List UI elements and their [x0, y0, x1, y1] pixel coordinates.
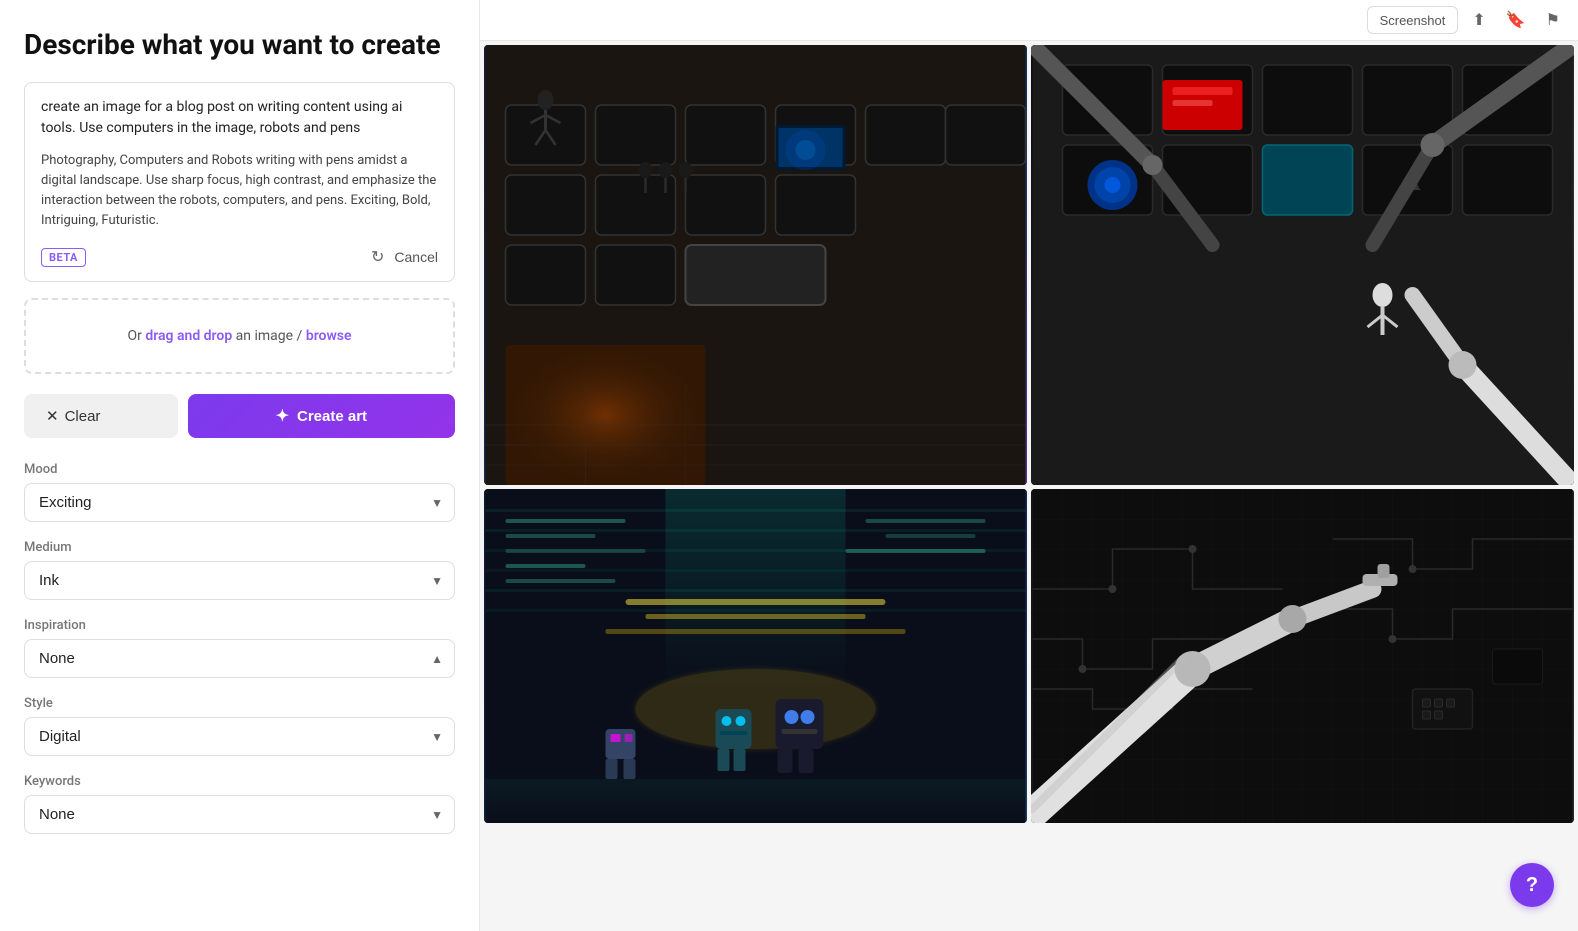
image-star-button-1[interactable]: ☆	[907, 57, 939, 89]
prompt-box: create an image for a blog post on writi…	[24, 82, 455, 283]
inspiration-select-wrapper: NoneImpressionismCubismSurrealismMinimal…	[24, 639, 455, 678]
keywords-field-group: Keywords None ▼	[24, 774, 455, 834]
create-art-button[interactable]: ✦ Create art	[188, 394, 455, 438]
image-card-3[interactable]	[484, 489, 1027, 823]
image-svg-3	[484, 489, 1027, 823]
drag-drop-text-before: Or	[127, 328, 145, 344]
prompt-footer: BETA ↻ Cancel	[41, 247, 438, 267]
image-visual-2: A	[1031, 45, 1574, 485]
mood-select-wrapper: ExcitingCalmDramaticRomanticMysteriousPl…	[24, 483, 455, 522]
browse-link[interactable]: browse	[306, 328, 352, 344]
style-select-wrapper: DigitalRealisticAbstractCartoonSketch ▼	[24, 717, 455, 756]
help-button[interactable]: ?	[1510, 863, 1554, 907]
flag-icon-button[interactable]: ⚑	[1540, 6, 1566, 34]
sparkle-icon: ✦	[276, 406, 289, 426]
image-card-1[interactable]: ☆ ⧉ ⬇	[484, 45, 1027, 485]
style-field-group: Style DigitalRealisticAbstractCartoonSke…	[24, 696, 455, 756]
image-visual-1	[484, 45, 1027, 485]
mood-field-group: Mood ExcitingCalmDramaticRomanticMysteri…	[24, 462, 455, 522]
keywords-label: Keywords	[24, 774, 455, 789]
medium-field-group: Medium InkOil PaintWatercolorPencilDigit…	[24, 540, 455, 600]
bookmark-icon-button[interactable]: 🔖	[1500, 6, 1532, 34]
main-content: Screenshot ⬆ 🔖 ⚑	[480, 0, 1578, 931]
page-title: Describe what you want to create	[24, 28, 455, 62]
style-select[interactable]: DigitalRealisticAbstractCartoonSketch	[24, 717, 455, 756]
keywords-select-wrapper: None ▼	[24, 795, 455, 834]
top-bar: Screenshot ⬆ 🔖 ⚑	[480, 0, 1578, 41]
help-label: ?	[1526, 874, 1538, 897]
drag-drop-area: Or drag and drop an image / browse	[24, 298, 455, 374]
style-label: Style	[24, 696, 455, 711]
prompt-input-text: create an image for a blog post on writi…	[41, 97, 438, 139]
prompt-enhanced-text: Photography, Computers and Robots writin…	[41, 151, 438, 232]
screenshot-button[interactable]: Screenshot	[1367, 6, 1459, 34]
image-copy-button-1[interactable]: ⧉	[945, 57, 977, 89]
buttons-row: ✕ Clear ✦ Create art	[24, 394, 455, 438]
x-icon: ✕	[46, 407, 59, 425]
medium-select[interactable]: InkOil PaintWatercolorPencilDigitalCharc…	[24, 561, 455, 600]
beta-badge: BETA	[41, 248, 86, 267]
image-card-4[interactable]	[1031, 489, 1574, 823]
image-svg-4	[1031, 489, 1574, 823]
medium-select-wrapper: InkOil PaintWatercolorPencilDigitalCharc…	[24, 561, 455, 600]
image-visual-3	[484, 489, 1027, 823]
refresh-button[interactable]: ↻	[371, 247, 384, 267]
screenshot-label: Screenshot	[1380, 13, 1446, 28]
image-svg-1	[484, 45, 1027, 485]
drag-drop-link[interactable]: drag and drop	[145, 328, 232, 344]
sidebar: Describe what you want to create create …	[0, 0, 480, 931]
mood-select[interactable]: ExcitingCalmDramaticRomanticMysteriousPl…	[24, 483, 455, 522]
keywords-select[interactable]: None	[24, 795, 455, 834]
inspiration-select[interactable]: NoneImpressionismCubismSurrealismMinimal…	[24, 639, 455, 678]
prompt-footer-actions: ↻ Cancel	[371, 247, 438, 267]
inspiration-field-group: Inspiration NoneImpressionismCubismSurre…	[24, 618, 455, 678]
inspiration-label: Inspiration	[24, 618, 455, 633]
medium-label: Medium	[24, 540, 455, 555]
clear-button[interactable]: ✕ Clear	[24, 394, 178, 438]
top-bar-icons: ⬆ 🔖 ⚑	[1466, 6, 1566, 34]
drag-drop-text-middle: an image /	[232, 328, 306, 344]
image-grid: ☆ ⧉ ⬇	[480, 41, 1578, 827]
mood-label: Mood	[24, 462, 455, 477]
cancel-button[interactable]: Cancel	[394, 249, 438, 265]
image-svg-2: A	[1031, 45, 1574, 485]
image-card-2[interactable]: A	[1031, 45, 1574, 485]
image-download-button-1[interactable]: ⬇	[983, 57, 1015, 89]
image-visual-4	[1031, 489, 1574, 823]
share-icon-button[interactable]: ⬆	[1466, 6, 1491, 34]
